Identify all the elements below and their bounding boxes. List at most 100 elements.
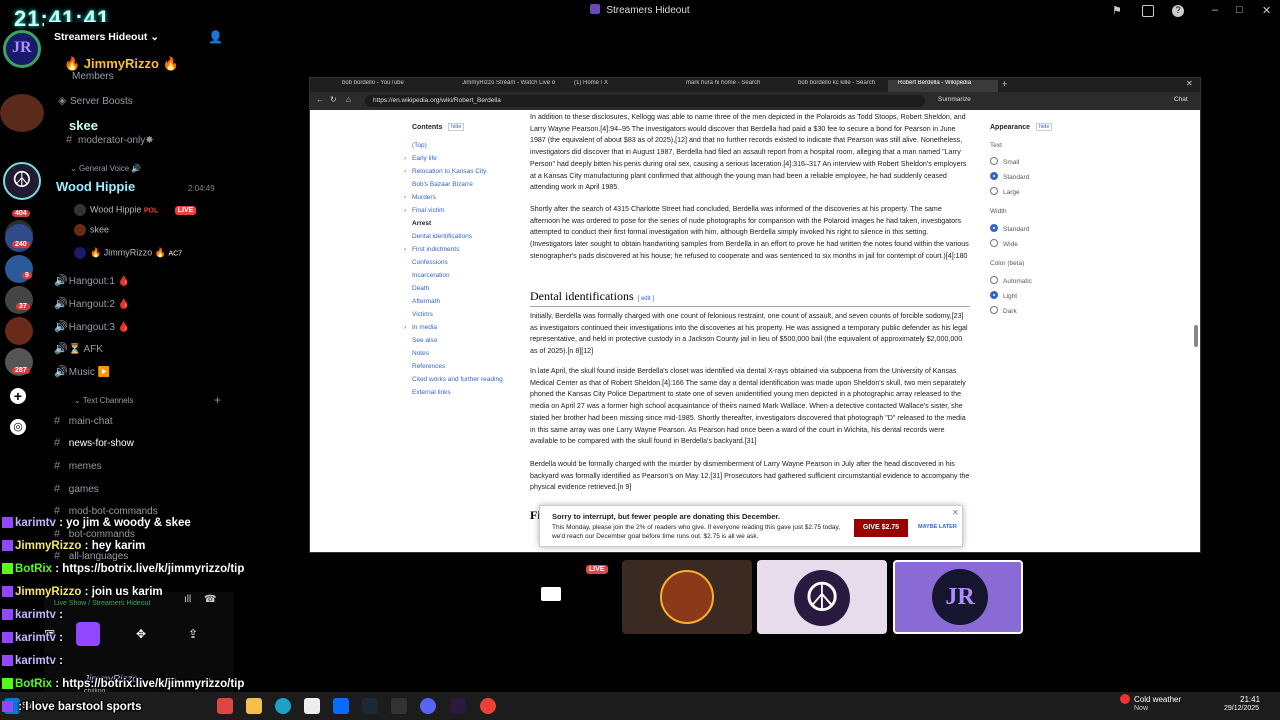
expand-arrow-icon[interactable]: › [404, 324, 406, 331]
voice-channel-hangout-3[interactable]: 🔊 Hangout:3 🩸 [54, 320, 130, 333]
radio-text-large[interactable]: Large [990, 187, 1020, 196]
radio-width-standard[interactable]: Standard [990, 224, 1029, 233]
server-boosts-item[interactable]: ◈ Server Boosts [58, 94, 133, 107]
expand-arrow-icon[interactable]: › [404, 168, 406, 175]
invite-icon[interactable]: 👤 [208, 30, 223, 44]
toc-item[interactable]: › Relocation to Kansas City [404, 168, 486, 175]
radio-color-dark[interactable]: Dark [990, 306, 1017, 315]
chrome-icon[interactable] [480, 698, 496, 714]
voice-channel-afk[interactable]: 🔊 ⏳ AFK [54, 342, 103, 355]
browser-tab[interactable]: mark hura hi home - Search [676, 80, 786, 92]
back-icon[interactable]: ← [316, 95, 324, 104]
toc-item[interactable]: See also [412, 337, 437, 344]
edge-icon[interactable] [275, 698, 291, 714]
radio-color-light[interactable]: Light [990, 291, 1017, 300]
voice-channel-hangout-2[interactable]: 🔊 Hangout:2 🩸 [54, 297, 130, 310]
app-icon[interactable] [391, 698, 407, 714]
browser-tab[interactable]: (1) Home / X [564, 80, 674, 92]
steam-icon[interactable] [362, 698, 378, 714]
screen-share-icon[interactable]: ⇪ [188, 627, 198, 641]
server-name[interactable]: Streamers Hideout ⌄ [54, 31, 159, 43]
browser-close-button[interactable]: ✕ [1186, 79, 1193, 88]
channel-news-for-show[interactable]: # news-for-show [54, 437, 134, 449]
toc-item[interactable]: (Top) [412, 142, 427, 149]
obs-icon[interactable] [450, 698, 466, 714]
add-channel-icon[interactable]: + [214, 393, 221, 407]
voice-user-jimmyrizzo[interactable]: 🔥 JimmyRizzo 🔥 AC7 [74, 247, 182, 259]
home-icon[interactable]: ⌂ [346, 95, 351, 104]
stream-tile-jimmyrizzo[interactable]: JR [893, 560, 1023, 634]
app-icon[interactable] [217, 698, 233, 714]
toc-item[interactable]: Notes [412, 350, 429, 357]
close-banner-icon[interactable]: ✕ [952, 508, 959, 517]
close-button[interactable]: ✕ [1262, 4, 1271, 17]
toc-item[interactable]: › Early life [404, 155, 437, 162]
minimize-button[interactable]: – [1212, 4, 1218, 16]
channel-games[interactable]: # games [54, 483, 99, 495]
new-tab-button[interactable]: + [1002, 79, 1007, 89]
weather-title[interactable]: Cold weather [1134, 695, 1181, 704]
toc-item[interactable]: Death [412, 285, 429, 292]
category-general-voice[interactable]: ⌄ General Voice 🔊 [70, 164, 141, 173]
browser-tab[interactable]: JimmyRizzo Stream - Watch Live o [452, 80, 562, 92]
radio-color-automatic[interactable]: Automatic [990, 276, 1032, 285]
expand-arrow-icon[interactable]: › [404, 155, 406, 162]
app-icon[interactable] [333, 698, 349, 714]
soundboard-icon[interactable]: ✥ [136, 627, 146, 641]
toc-item[interactable]: Incarceration [412, 272, 450, 279]
toc-item[interactable]: Dental identifications [412, 233, 472, 240]
toc-item[interactable]: External links [412, 389, 451, 396]
toc-item[interactable]: Confessions [412, 259, 448, 266]
discord-icon[interactable] [420, 698, 436, 714]
store-icon[interactable] [304, 698, 320, 714]
file-explorer-icon[interactable] [246, 698, 262, 714]
toc-item[interactable]: › First indictments [404, 246, 459, 253]
discover-icon[interactable]: ◎ [10, 419, 26, 435]
taskbar-date[interactable]: 29/12/2025 [1224, 705, 1259, 712]
toc-item[interactable]: Victims [412, 311, 433, 318]
give-button[interactable]: GIVE $2.75 [854, 519, 908, 537]
toc-item[interactable]: Bob's Bazaar Bizarre [412, 181, 473, 188]
address-bar[interactable]: https://en.wikipedia.org/wiki/Robert_Ber… [365, 95, 925, 107]
disconnect-icon[interactable]: ☎ [204, 594, 216, 605]
toc-item[interactable]: › Murders [404, 194, 436, 201]
voice-channel-music[interactable]: 🔊 Music ▶️ [54, 365, 110, 378]
toc-item[interactable]: References [412, 363, 445, 370]
browser-tab[interactable]: bob bordello kc kille - Search [788, 80, 898, 92]
help-icon[interactable]: ? [1172, 5, 1184, 17]
server-icon-car[interactable] [0, 94, 44, 132]
stream-tile-wood-hippie[interactable]: ☮ [757, 560, 887, 634]
channel-memes[interactable]: # memes [54, 460, 102, 472]
voice-user-skee[interactable]: skee [74, 224, 109, 236]
members-item[interactable]: Members [72, 71, 114, 82]
toc-item[interactable]: › Final victim [404, 207, 445, 214]
toc-item[interactable]: Cited works and further reading [412, 376, 503, 383]
channel-moderator-only[interactable]: # moderator-only✸ [66, 134, 154, 146]
taskbar-time[interactable]: 21:41 [1240, 695, 1260, 704]
inbox-icon[interactable]: ⚑ [1112, 4, 1122, 17]
server-icon-5[interactable] [5, 317, 33, 345]
summarize-button[interactable]: Summarize [938, 96, 971, 103]
edit-link[interactable]: [ edit ] [638, 296, 654, 302]
toc-hide-button[interactable]: hide [448, 123, 465, 131]
toc-item[interactable]: › In media [404, 324, 437, 331]
category-text-channels[interactable]: ⌄ Text Channels [74, 396, 133, 405]
maximize-button[interactable]: □ [1236, 4, 1243, 16]
add-server-icon[interactable]: + [10, 388, 26, 404]
toc-item[interactable]: Arrest [412, 220, 431, 227]
channel-bot-commands[interactable]: # bot-commands [54, 528, 135, 540]
reload-icon[interactable]: ↻ [330, 95, 337, 104]
radio-width-wide[interactable]: Wide [990, 239, 1018, 248]
voice-user-wood-hippie[interactable]: Wood Hippie POL LIVE [74, 204, 197, 216]
browser-tab[interactable]: bob bordello - YouTube [332, 80, 450, 92]
server-icon-peace[interactable]: ☮ [3, 162, 41, 200]
page-scrollbar-thumb[interactable] [1194, 325, 1198, 347]
stream-tile-screen[interactable]: LIVE [486, 560, 616, 634]
expand-arrow-icon[interactable]: › [404, 246, 406, 253]
browser-tab-active[interactable]: Robert Berdella - Wikipedia [888, 80, 998, 92]
signal-icon[interactable]: ıll [184, 594, 191, 605]
stream-tile-skee[interactable] [622, 560, 752, 634]
server-icon-jr[interactable]: JR [3, 30, 41, 68]
voice-channel-hangout-1[interactable]: 🔊 Hangout:1 🩸 [54, 274, 130, 287]
channel-main-chat[interactable]: # main-chat [54, 415, 113, 427]
